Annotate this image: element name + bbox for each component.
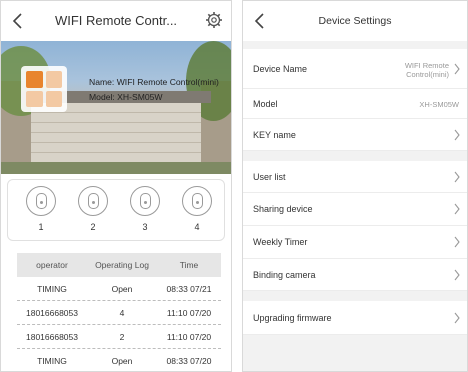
cell-time: 11:10 07/20: [166, 307, 212, 318]
settings-row-sharing-device[interactable]: Sharing device: [243, 193, 467, 226]
chevron-right-icon: [454, 312, 460, 324]
remote-key-1[interactable]: 1: [26, 186, 56, 232]
row-label: Model: [253, 99, 278, 109]
row-label: Sharing device: [253, 204, 313, 214]
settings-row-binding-camera[interactable]: Binding camera: [243, 259, 467, 291]
key-label: 4: [194, 222, 200, 232]
cell-operator: 18016668053: [25, 307, 78, 318]
remote-key-3[interactable]: 3: [130, 186, 160, 232]
table-row: 18016668053 2 11:10 07/20: [17, 325, 221, 349]
settings-row-key-name[interactable]: KEY name: [243, 119, 467, 151]
table-row: TIMING Open 08:33 07/20: [17, 349, 221, 371]
cell-operator: TIMING: [37, 355, 67, 366]
chevron-right-icon: [454, 269, 460, 281]
row-label: Device Name: [253, 64, 308, 74]
ground: [1, 162, 231, 174]
cell-operator: TIMING: [37, 283, 67, 294]
value-line: Control(mini): [406, 70, 449, 79]
row-label: KEY name: [253, 130, 296, 140]
chevron-right-icon: [454, 63, 460, 75]
row-label: Binding camera: [253, 270, 316, 280]
cell-time: 08:33 07/20: [166, 355, 212, 366]
cell-log: 4: [119, 307, 125, 318]
settings-row-user-list[interactable]: User list: [243, 161, 467, 193]
row-label: Weekly Timer: [253, 237, 308, 247]
key-label: 1: [38, 222, 44, 232]
column-header-operator: operator: [36, 260, 68, 270]
model-value: XH-SM05W: [419, 100, 459, 109]
remote-key-icon[interactable]: [78, 186, 108, 216]
page-title: Device Settings: [318, 15, 392, 27]
row-label: Upgrading firmware: [253, 313, 332, 323]
remote-key-2[interactable]: 2: [78, 186, 108, 232]
table-row: 18016668053 4 11:10 07/20: [17, 301, 221, 325]
device-info: Name: WIFI Remote Control(mini) Model: X…: [89, 75, 219, 105]
garage-door: [31, 103, 201, 163]
device-app-icon: [21, 66, 67, 112]
top-bar: WIFI Remote Contr...: [1, 1, 231, 41]
cell-log: Open: [111, 283, 133, 294]
chevron-right-icon: [454, 129, 460, 141]
device-hero-image: Name: WIFI Remote Control(mini) Model: X…: [1, 41, 231, 174]
back-arrow-icon[interactable]: [251, 11, 269, 31]
cell-log: 2: [119, 331, 125, 342]
key-label: 2: [90, 222, 96, 232]
page-title: WIFI Remote Contr...: [54, 13, 178, 28]
column-header-time: Time: [179, 260, 199, 270]
chevron-right-icon: [454, 236, 460, 248]
cell-log: Open: [111, 355, 133, 366]
key-label: 3: [142, 222, 148, 232]
gear-icon[interactable]: [205, 11, 223, 29]
cell-operator: 18016668053: [25, 331, 78, 342]
device-settings-screen: Device Settings Device Name WIFI Remote …: [242, 0, 468, 372]
device-name-value: WIFI Remote Control(mini): [405, 61, 449, 79]
remote-key-4[interactable]: 4: [182, 186, 212, 232]
chevron-right-icon: [454, 203, 460, 215]
settings-row-upgrading-firmware[interactable]: Upgrading firmware: [243, 301, 467, 335]
remote-keys-panel: 1 2 3 4: [7, 179, 225, 241]
table-row: TIMING Open 08:33 07/21: [17, 277, 221, 301]
remote-control-screen: WIFI Remote Contr... Name: WIFI Remote C…: [0, 0, 232, 372]
settings-row-weekly-timer[interactable]: Weekly Timer: [243, 226, 467, 259]
back-arrow-icon[interactable]: [9, 11, 27, 31]
remote-key-icon[interactable]: [26, 186, 56, 216]
table-header: operator Operating Log Time: [17, 253, 221, 277]
top-bar: Device Settings: [243, 1, 467, 41]
device-name-text: Name: WIFI Remote Control(mini): [89, 77, 219, 87]
operation-log-table: operator Operating Log Time TIMING Open …: [17, 253, 221, 371]
chevron-right-icon: [454, 171, 460, 183]
value-line: WIFI Remote: [404, 61, 449, 70]
remote-key-icon[interactable]: [182, 186, 212, 216]
cell-time: 11:10 07/20: [166, 331, 212, 342]
cell-time: 08:33 07/21: [166, 283, 212, 294]
settings-row-device-name[interactable]: Device Name WIFI Remote Control(mini): [243, 49, 467, 89]
column-header-log: Operating Log: [95, 260, 149, 270]
device-model-text: Model: XH-SM05W: [89, 92, 163, 102]
remote-key-icon[interactable]: [130, 186, 160, 216]
settings-row-model: Model XH-SM05W: [243, 89, 467, 119]
row-label: User list: [253, 172, 286, 182]
